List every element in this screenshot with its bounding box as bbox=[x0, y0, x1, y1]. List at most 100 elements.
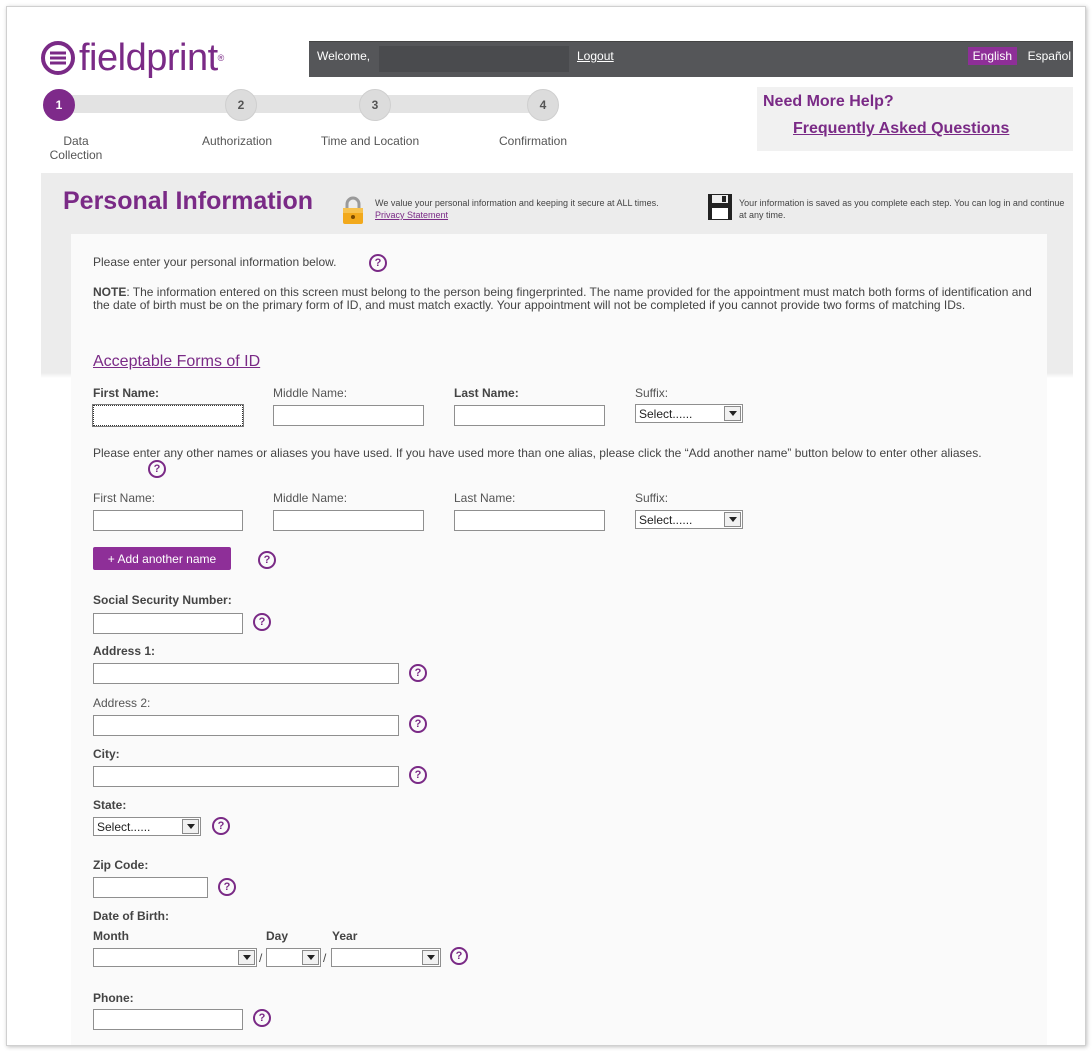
security-text: We value your personal information and k… bbox=[375, 198, 659, 208]
zip-help-icon[interactable]: ? bbox=[218, 878, 236, 896]
last-name-label: Last Name: bbox=[454, 386, 519, 400]
date-separator: / bbox=[259, 951, 263, 965]
step-4-circle: 4 bbox=[527, 89, 559, 121]
help-glyph: ? bbox=[263, 553, 271, 566]
middle-name-label: Middle Name: bbox=[273, 386, 348, 400]
help-glyph: ? bbox=[374, 256, 382, 269]
zip-code-input[interactable] bbox=[93, 877, 208, 898]
phone-label: Phone: bbox=[93, 991, 134, 1005]
city-input[interactable] bbox=[93, 766, 399, 787]
last-name-input[interactable] bbox=[454, 405, 605, 426]
note-text: : The information entered on this screen… bbox=[93, 285, 1032, 312]
logout-link[interactable]: Logout bbox=[577, 49, 614, 63]
fieldprint-logo[interactable]: fieldprint ® bbox=[41, 37, 224, 79]
privacy-statement-link[interactable]: Privacy Statement bbox=[375, 210, 448, 220]
first-name-label: First Name: bbox=[93, 386, 160, 400]
alias-middle-name-input[interactable] bbox=[273, 510, 424, 531]
chevron-down-icon bbox=[724, 406, 741, 421]
step-3-label: Time and Location bbox=[320, 134, 420, 148]
alias-suffix-select[interactable]: Select...... bbox=[635, 510, 743, 529]
user-name-area bbox=[379, 46, 569, 72]
first-name-input[interactable] bbox=[92, 404, 244, 427]
dob-month-select[interactable] bbox=[93, 948, 257, 967]
suffix-select-value: Select...... bbox=[639, 406, 693, 421]
state-help-icon[interactable]: ? bbox=[212, 817, 230, 835]
alias-middle-name-label: Middle Name: bbox=[273, 491, 348, 505]
dob-month-label: Month bbox=[93, 929, 129, 943]
language-english-button[interactable]: English bbox=[967, 47, 1017, 65]
address1-label: Address 1: bbox=[93, 644, 156, 658]
dob-day-label: Day bbox=[266, 929, 289, 943]
help-title: Need More Help? bbox=[763, 93, 894, 110]
address1-input[interactable] bbox=[93, 663, 399, 684]
security-notice: We value your personal information and k… bbox=[375, 197, 685, 221]
step-2-label: Authorization bbox=[201, 134, 273, 148]
alias-suffix-select-value: Select...... bbox=[639, 512, 693, 527]
help-glyph: ? bbox=[217, 819, 225, 832]
page: fieldprint ® Welcome, Logout English Esp… bbox=[7, 7, 1085, 1045]
save-notice: Your information is saved as you complet… bbox=[739, 198, 1065, 220]
step-3-circle: 3 bbox=[359, 89, 391, 121]
help-glyph: ? bbox=[223, 880, 231, 893]
chevron-down-icon bbox=[238, 950, 255, 965]
phone-input[interactable] bbox=[93, 1009, 243, 1030]
ssn-input[interactable] bbox=[93, 613, 243, 634]
chevron-down-icon bbox=[182, 819, 199, 834]
dob-year-label: Year bbox=[332, 929, 358, 943]
alias-instructions: Please enter any other names or aliases … bbox=[93, 446, 982, 460]
note-paragraph: NOTE: The information entered on this sc… bbox=[93, 286, 1033, 312]
alias-last-name-input[interactable] bbox=[454, 510, 605, 531]
progress-track bbox=[57, 95, 543, 113]
address2-help-icon[interactable]: ? bbox=[409, 715, 427, 733]
suffix-select[interactable]: Select...... bbox=[635, 404, 743, 423]
alias-first-name-label: First Name: bbox=[93, 491, 156, 505]
alias-help-icon[interactable]: ? bbox=[148, 460, 166, 478]
trademark: ® bbox=[217, 53, 225, 63]
city-help-icon[interactable]: ? bbox=[409, 766, 427, 784]
step-1-label: Data Collection bbox=[49, 134, 103, 162]
address1-help-icon[interactable]: ? bbox=[409, 664, 427, 682]
ssn-help-icon[interactable]: ? bbox=[253, 613, 271, 631]
chevron-down-icon bbox=[422, 950, 439, 965]
help-glyph: ? bbox=[414, 717, 422, 730]
alias-suffix-label: Suffix: bbox=[635, 491, 669, 505]
help-glyph: ? bbox=[455, 949, 463, 962]
dob-day-select[interactable] bbox=[266, 948, 321, 967]
faq-link[interactable]: Frequently Asked Questions bbox=[793, 120, 1009, 138]
add-name-help-icon[interactable]: ? bbox=[258, 551, 276, 569]
middle-name-input[interactable] bbox=[273, 405, 424, 426]
intro-help-icon[interactable]: ? bbox=[369, 254, 387, 272]
address2-input[interactable] bbox=[93, 715, 399, 736]
dob-year-select[interactable] bbox=[331, 948, 441, 967]
language-spanish-button[interactable]: Español bbox=[1028, 49, 1071, 63]
browser-frame: fieldprint ® Welcome, Logout English Esp… bbox=[6, 6, 1086, 1046]
welcome-text: Welcome, bbox=[317, 49, 371, 63]
brand-name: fieldprint bbox=[79, 37, 218, 79]
alias-first-name-input[interactable] bbox=[93, 510, 243, 531]
help-glyph: ? bbox=[414, 768, 422, 781]
help-glyph: ? bbox=[258, 1011, 266, 1024]
dob-help-icon[interactable]: ? bbox=[450, 947, 468, 965]
help-glyph: ? bbox=[258, 615, 266, 628]
acceptable-forms-of-id-link[interactable]: Acceptable Forms of ID bbox=[93, 353, 260, 371]
address2-label: Address 2: bbox=[93, 696, 151, 710]
top-bar: Welcome, Logout English Español bbox=[309, 41, 1073, 77]
city-label: City: bbox=[93, 747, 120, 761]
page-title: Personal Information bbox=[63, 187, 314, 215]
dob-label: Date of Birth: bbox=[93, 909, 169, 923]
help-box: Need More Help? Frequently Asked Questio… bbox=[757, 87, 1073, 151]
intro-text: Please enter your personal information b… bbox=[93, 255, 337, 269]
phone-help-icon[interactable]: ? bbox=[253, 1009, 271, 1027]
suffix-label: Suffix: bbox=[635, 386, 669, 400]
state-label: State: bbox=[93, 798, 127, 812]
alias-last-name-label: Last Name: bbox=[454, 491, 516, 505]
state-select[interactable]: Select...... bbox=[93, 817, 201, 836]
add-another-name-button[interactable]: + Add another name bbox=[93, 547, 231, 570]
state-select-value: Select...... bbox=[97, 819, 151, 834]
note-label: NOTE bbox=[93, 285, 127, 299]
step-4-label: Confirmation bbox=[498, 134, 568, 148]
step-1-circle: 1 bbox=[43, 89, 75, 121]
help-glyph: ? bbox=[414, 666, 422, 679]
help-glyph: ? bbox=[153, 462, 161, 475]
floppy-disk-icon bbox=[708, 194, 732, 220]
